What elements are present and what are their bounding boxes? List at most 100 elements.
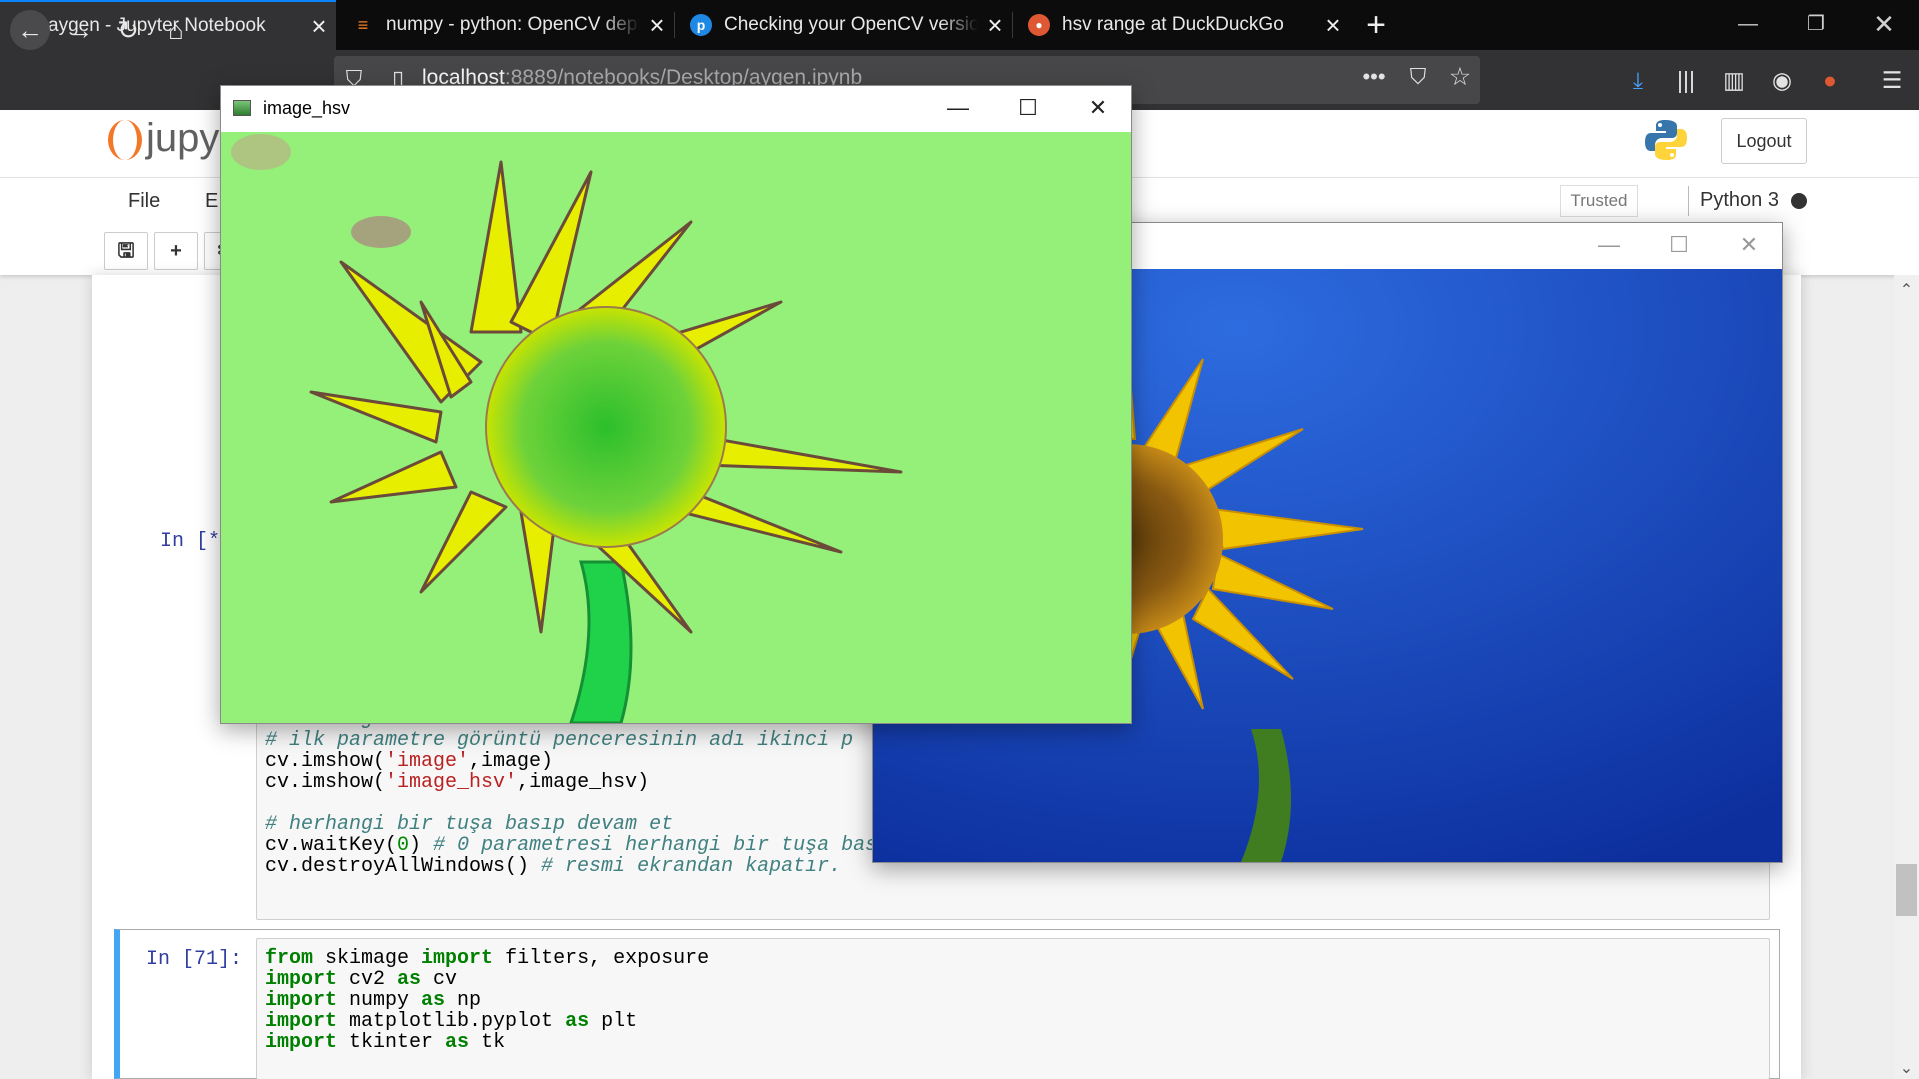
minimize-window-button[interactable]: — (1714, 0, 1782, 50)
close-tab-icon[interactable]: × (1316, 10, 1350, 41)
save-button[interactable]: 🖫 (104, 232, 148, 270)
hsv-sunflower-image (221, 132, 1131, 723)
back-button[interactable]: ← (10, 10, 50, 50)
opencv-window-icon (233, 100, 251, 116)
close-tab-icon[interactable]: × (978, 10, 1012, 41)
reload-button[interactable]: ↻ (108, 10, 148, 50)
code-line: import cv2 as cv (265, 968, 457, 991)
code-line: import tkinter as tk (265, 1031, 505, 1054)
scrollbar-thumb[interactable] (1896, 864, 1917, 916)
insert-cell-button[interactable]: + (154, 232, 198, 270)
close-tab-icon[interactable]: × (640, 10, 674, 41)
library-icon[interactable]: ||| (1666, 60, 1706, 100)
code-token: cv (421, 968, 458, 991)
minimize-button[interactable]: — (923, 86, 993, 132)
code-token: ) (409, 834, 434, 857)
pyimagesearch-icon: p (690, 14, 712, 36)
code-line: from skimage import filters, exposure (265, 947, 709, 970)
more-actions-icon[interactable]: ••• (1360, 64, 1388, 90)
sidebar-icon[interactable]: ▥ (1714, 60, 1754, 100)
code-token: import (265, 1010, 338, 1033)
code-token: cv2 (337, 968, 398, 991)
code-line: import numpy as np (265, 989, 481, 1012)
jupyter-logo-icon (108, 120, 142, 161)
code-token: cv.destroyAllWindows() (265, 855, 542, 878)
download-icon[interactable]: ⤓ (1618, 60, 1658, 100)
tab-separator (1012, 12, 1013, 38)
code-token: # herhangi bir tuşa basıp devam et (265, 813, 674, 836)
code-token: as (421, 989, 446, 1012)
code-line: import matplotlib.pyplot as plt (265, 1010, 637, 1033)
close-window-button[interactable]: ✕ (1850, 0, 1918, 50)
forward-arrow-icon: → (67, 15, 93, 45)
code-token: as (565, 1010, 590, 1033)
page-scrollbar[interactable] (1894, 275, 1919, 1079)
code-token: from (265, 947, 314, 970)
code-token: filters, exposure (493, 947, 710, 970)
hamburger-menu-icon[interactable]: ☰ (1872, 60, 1912, 100)
window-title: image_hsv (263, 98, 351, 118)
code-line: cv.destroyAllWindows() # resmi ekrandan … (265, 855, 841, 878)
code-token: 'image' (385, 750, 470, 773)
code-line: cv.imshow('image',image) (265, 750, 553, 773)
trusted-indicator[interactable]: Trusted (1560, 185, 1638, 217)
new-tab-button[interactable]: + (1358, 6, 1394, 44)
scroll-up-icon[interactable]: ⌃ (1896, 280, 1917, 300)
code-line: # ilk parametre görüntü penceresinin adı… (265, 729, 853, 752)
tab-label: hsv range at DuckDuckGo (1062, 14, 1284, 35)
tab-duckduckgo[interactable]: ● hsv range at DuckDuckGo × (1014, 0, 1350, 50)
stackoverflow-icon: ≡ (357, 14, 369, 35)
tab-opencv-version[interactable]: p Checking your OpenCV version × (676, 0, 1012, 50)
code-line: # herhangi bir tuşa basıp devam et (265, 813, 673, 836)
code-token: plt (589, 1010, 638, 1033)
code-token: ,image_hsv) (517, 771, 650, 794)
code-token: 0 (397, 834, 410, 857)
code-token: cv.waitKey( (265, 834, 398, 857)
tab-label: numpy - python: OpenCV dept (386, 14, 640, 35)
tab-label: Checking your OpenCV version (724, 14, 978, 35)
logout-button[interactable]: Logout (1721, 118, 1807, 164)
forward-button[interactable]: → (60, 10, 100, 50)
home-button[interactable]: ⌂ (156, 10, 196, 50)
scroll-down-icon[interactable]: ⌄ (1896, 1058, 1917, 1078)
code-token: np (445, 989, 482, 1012)
cell-prompt: In [* (160, 530, 221, 553)
code-token: as (397, 968, 422, 991)
code-token: cv.imshow( (265, 750, 386, 773)
code-token: 'image_hsv' (385, 771, 518, 794)
account-icon[interactable]: ◉ (1762, 60, 1802, 100)
code-token: import (421, 947, 494, 970)
tab-separator (674, 12, 675, 38)
save-icon: 🖫 (117, 240, 135, 262)
code-token: tkinter (337, 1031, 446, 1054)
menu-edit[interactable]: E (205, 190, 218, 213)
code-token: as (445, 1031, 470, 1054)
close-button[interactable]: ✕ (1063, 86, 1133, 132)
code-token: # resmi ekrandan kapatır. (541, 855, 842, 878)
maximize-button[interactable]: ☐ (1644, 223, 1714, 269)
pocket-icon[interactable]: ⛉ (1404, 64, 1432, 90)
opencv-window-image-hsv[interactable]: image_hsv — ☐ ✕ (220, 85, 1132, 724)
code-token: import (265, 968, 338, 991)
jupyter-logo[interactable]: jupy (108, 116, 219, 161)
tab-stackoverflow[interactable]: ≡ numpy - python: OpenCV dept × (338, 0, 674, 50)
plus-icon: + (170, 240, 182, 262)
maximize-button[interactable]: ☐ (993, 86, 1063, 132)
code-token: numpy (337, 989, 422, 1012)
python-logo-icon (1645, 120, 1687, 160)
code-token: import (265, 1031, 338, 1054)
close-tab-icon[interactable]: × (302, 11, 336, 42)
back-arrow-icon: ← (17, 15, 43, 45)
jupyter-logo-text: jupy (146, 116, 220, 160)
reload-icon: ↻ (117, 15, 139, 45)
bookmark-star-icon[interactable]: ☆ (1446, 62, 1474, 92)
kernel-name[interactable]: Python 3 (1700, 189, 1779, 212)
restore-window-button[interactable]: ❐ (1782, 0, 1850, 50)
window-titlebar[interactable]: image_hsv — ☐ ✕ (221, 86, 1131, 132)
minimize-button[interactable]: — (1574, 223, 1644, 269)
menu-file[interactable]: File (128, 190, 160, 213)
code-token: skimage (313, 947, 422, 970)
duckduckgo-extension-icon[interactable]: ● (1810, 60, 1850, 100)
close-button[interactable]: ✕ (1714, 223, 1784, 269)
cell-prompt: In [71]: (146, 948, 243, 971)
